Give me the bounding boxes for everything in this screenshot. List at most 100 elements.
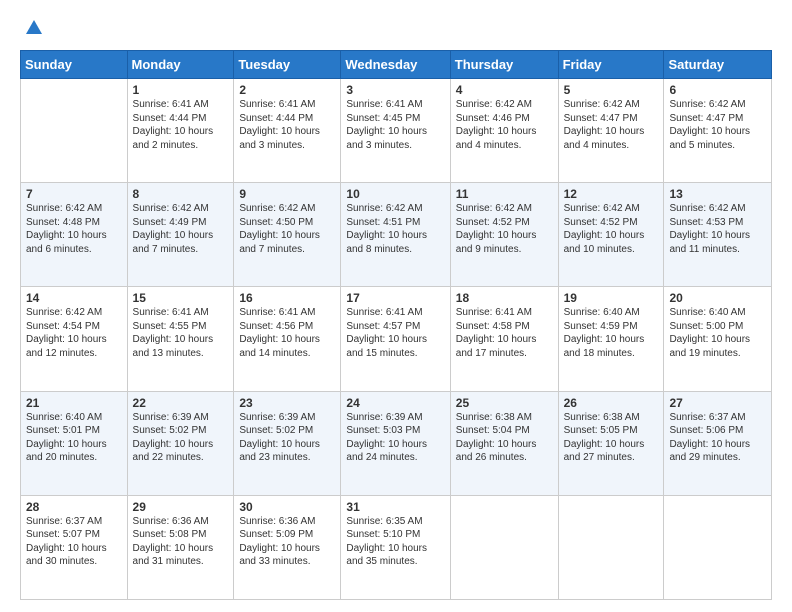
day-cell: 9Sunrise: 6:42 AM Sunset: 4:50 PM Daylig… xyxy=(234,183,341,287)
calendar-body: 1Sunrise: 6:41 AM Sunset: 4:44 PM Daylig… xyxy=(21,79,772,600)
day-info: Sunrise: 6:38 AM Sunset: 5:05 PM Dayligh… xyxy=(564,411,659,465)
day-info: Sunrise: 6:41 AM Sunset: 4:44 PM Dayligh… xyxy=(133,98,229,152)
day-info: Sunrise: 6:41 AM Sunset: 4:57 PM Dayligh… xyxy=(346,306,444,360)
day-cell: 12Sunrise: 6:42 AM Sunset: 4:52 PM Dayli… xyxy=(558,183,664,287)
day-info: Sunrise: 6:41 AM Sunset: 4:44 PM Dayligh… xyxy=(239,98,335,152)
header-row: SundayMondayTuesdayWednesdayThursdayFrid… xyxy=(21,51,772,79)
day-cell: 11Sunrise: 6:42 AM Sunset: 4:52 PM Dayli… xyxy=(450,183,558,287)
day-info: Sunrise: 6:37 AM Sunset: 5:07 PM Dayligh… xyxy=(26,515,122,569)
day-cell: 27Sunrise: 6:37 AM Sunset: 5:06 PM Dayli… xyxy=(664,391,772,495)
logo xyxy=(20,16,46,40)
day-number: 12 xyxy=(564,187,659,201)
day-number: 8 xyxy=(133,187,229,201)
day-cell: 21Sunrise: 6:40 AM Sunset: 5:01 PM Dayli… xyxy=(21,391,128,495)
day-number: 6 xyxy=(669,83,766,97)
day-number: 21 xyxy=(26,396,122,410)
day-cell: 16Sunrise: 6:41 AM Sunset: 4:56 PM Dayli… xyxy=(234,287,341,391)
calendar: SundayMondayTuesdayWednesdayThursdayFrid… xyxy=(20,50,772,600)
day-info: Sunrise: 6:40 AM Sunset: 5:00 PM Dayligh… xyxy=(669,306,766,360)
day-number: 15 xyxy=(133,291,229,305)
day-cell: 30Sunrise: 6:36 AM Sunset: 5:09 PM Dayli… xyxy=(234,495,341,599)
day-info: Sunrise: 6:42 AM Sunset: 4:48 PM Dayligh… xyxy=(26,202,122,256)
day-number: 7 xyxy=(26,187,122,201)
week-row-4: 21Sunrise: 6:40 AM Sunset: 5:01 PM Dayli… xyxy=(21,391,772,495)
day-number: 11 xyxy=(456,187,553,201)
day-info: Sunrise: 6:41 AM Sunset: 4:56 PM Dayligh… xyxy=(239,306,335,360)
day-info: Sunrise: 6:42 AM Sunset: 4:52 PM Dayligh… xyxy=(456,202,553,256)
day-cell: 19Sunrise: 6:40 AM Sunset: 4:59 PM Dayli… xyxy=(558,287,664,391)
week-row-1: 1Sunrise: 6:41 AM Sunset: 4:44 PM Daylig… xyxy=(21,79,772,183)
day-number: 22 xyxy=(133,396,229,410)
day-cell: 18Sunrise: 6:41 AM Sunset: 4:58 PM Dayli… xyxy=(450,287,558,391)
day-info: Sunrise: 6:39 AM Sunset: 5:02 PM Dayligh… xyxy=(239,411,335,465)
day-number: 9 xyxy=(239,187,335,201)
day-number: 18 xyxy=(456,291,553,305)
header-cell-friday: Friday xyxy=(558,51,664,79)
day-info: Sunrise: 6:42 AM Sunset: 4:54 PM Dayligh… xyxy=(26,306,122,360)
day-cell xyxy=(664,495,772,599)
header-cell-monday: Monday xyxy=(127,51,234,79)
day-info: Sunrise: 6:36 AM Sunset: 5:08 PM Dayligh… xyxy=(133,515,229,569)
day-cell: 28Sunrise: 6:37 AM Sunset: 5:07 PM Dayli… xyxy=(21,495,128,599)
day-info: Sunrise: 6:42 AM Sunset: 4:50 PM Dayligh… xyxy=(239,202,335,256)
day-info: Sunrise: 6:39 AM Sunset: 5:03 PM Dayligh… xyxy=(346,411,444,465)
header-cell-saturday: Saturday xyxy=(664,51,772,79)
day-info: Sunrise: 6:41 AM Sunset: 4:45 PM Dayligh… xyxy=(346,98,444,152)
day-number: 14 xyxy=(26,291,122,305)
day-info: Sunrise: 6:42 AM Sunset: 4:53 PM Dayligh… xyxy=(669,202,766,256)
day-cell: 1Sunrise: 6:41 AM Sunset: 4:44 PM Daylig… xyxy=(127,79,234,183)
logo-icon xyxy=(22,16,46,40)
day-info: Sunrise: 6:39 AM Sunset: 5:02 PM Dayligh… xyxy=(133,411,229,465)
day-cell: 13Sunrise: 6:42 AM Sunset: 4:53 PM Dayli… xyxy=(664,183,772,287)
day-cell: 25Sunrise: 6:38 AM Sunset: 5:04 PM Dayli… xyxy=(450,391,558,495)
day-info: Sunrise: 6:42 AM Sunset: 4:49 PM Dayligh… xyxy=(133,202,229,256)
day-number: 5 xyxy=(564,83,659,97)
header-cell-thursday: Thursday xyxy=(450,51,558,79)
day-cell: 22Sunrise: 6:39 AM Sunset: 5:02 PM Dayli… xyxy=(127,391,234,495)
day-number: 3 xyxy=(346,83,444,97)
day-number: 30 xyxy=(239,500,335,514)
day-info: Sunrise: 6:36 AM Sunset: 5:09 PM Dayligh… xyxy=(239,515,335,569)
day-cell: 15Sunrise: 6:41 AM Sunset: 4:55 PM Dayli… xyxy=(127,287,234,391)
day-info: Sunrise: 6:42 AM Sunset: 4:51 PM Dayligh… xyxy=(346,202,444,256)
day-number: 31 xyxy=(346,500,444,514)
day-cell xyxy=(450,495,558,599)
day-cell: 17Sunrise: 6:41 AM Sunset: 4:57 PM Dayli… xyxy=(341,287,450,391)
day-number: 28 xyxy=(26,500,122,514)
day-cell: 20Sunrise: 6:40 AM Sunset: 5:00 PM Dayli… xyxy=(664,287,772,391)
day-number: 4 xyxy=(456,83,553,97)
day-number: 26 xyxy=(564,396,659,410)
day-number: 16 xyxy=(239,291,335,305)
day-cell: 6Sunrise: 6:42 AM Sunset: 4:47 PM Daylig… xyxy=(664,79,772,183)
day-cell: 14Sunrise: 6:42 AM Sunset: 4:54 PM Dayli… xyxy=(21,287,128,391)
day-cell: 23Sunrise: 6:39 AM Sunset: 5:02 PM Dayli… xyxy=(234,391,341,495)
day-info: Sunrise: 6:35 AM Sunset: 5:10 PM Dayligh… xyxy=(346,515,444,569)
week-row-5: 28Sunrise: 6:37 AM Sunset: 5:07 PM Dayli… xyxy=(21,495,772,599)
calendar-table: SundayMondayTuesdayWednesdayThursdayFrid… xyxy=(20,50,772,600)
day-info: Sunrise: 6:41 AM Sunset: 4:58 PM Dayligh… xyxy=(456,306,553,360)
day-number: 2 xyxy=(239,83,335,97)
day-number: 20 xyxy=(669,291,766,305)
day-cell: 8Sunrise: 6:42 AM Sunset: 4:49 PM Daylig… xyxy=(127,183,234,287)
day-info: Sunrise: 6:42 AM Sunset: 4:47 PM Dayligh… xyxy=(669,98,766,152)
week-row-3: 14Sunrise: 6:42 AM Sunset: 4:54 PM Dayli… xyxy=(21,287,772,391)
header-cell-tuesday: Tuesday xyxy=(234,51,341,79)
day-cell xyxy=(558,495,664,599)
day-number: 25 xyxy=(456,396,553,410)
day-cell: 29Sunrise: 6:36 AM Sunset: 5:08 PM Dayli… xyxy=(127,495,234,599)
day-info: Sunrise: 6:42 AM Sunset: 4:52 PM Dayligh… xyxy=(564,202,659,256)
day-cell: 2Sunrise: 6:41 AM Sunset: 4:44 PM Daylig… xyxy=(234,79,341,183)
header-cell-wednesday: Wednesday xyxy=(341,51,450,79)
day-info: Sunrise: 6:41 AM Sunset: 4:55 PM Dayligh… xyxy=(133,306,229,360)
day-cell: 7Sunrise: 6:42 AM Sunset: 4:48 PM Daylig… xyxy=(21,183,128,287)
day-cell xyxy=(21,79,128,183)
day-cell: 26Sunrise: 6:38 AM Sunset: 5:05 PM Dayli… xyxy=(558,391,664,495)
day-info: Sunrise: 6:38 AM Sunset: 5:04 PM Dayligh… xyxy=(456,411,553,465)
day-cell: 10Sunrise: 6:42 AM Sunset: 4:51 PM Dayli… xyxy=(341,183,450,287)
day-cell: 3Sunrise: 6:41 AM Sunset: 4:45 PM Daylig… xyxy=(341,79,450,183)
day-cell: 31Sunrise: 6:35 AM Sunset: 5:10 PM Dayli… xyxy=(341,495,450,599)
day-number: 1 xyxy=(133,83,229,97)
day-info: Sunrise: 6:37 AM Sunset: 5:06 PM Dayligh… xyxy=(669,411,766,465)
day-info: Sunrise: 6:40 AM Sunset: 5:01 PM Dayligh… xyxy=(26,411,122,465)
day-cell: 5Sunrise: 6:42 AM Sunset: 4:47 PM Daylig… xyxy=(558,79,664,183)
